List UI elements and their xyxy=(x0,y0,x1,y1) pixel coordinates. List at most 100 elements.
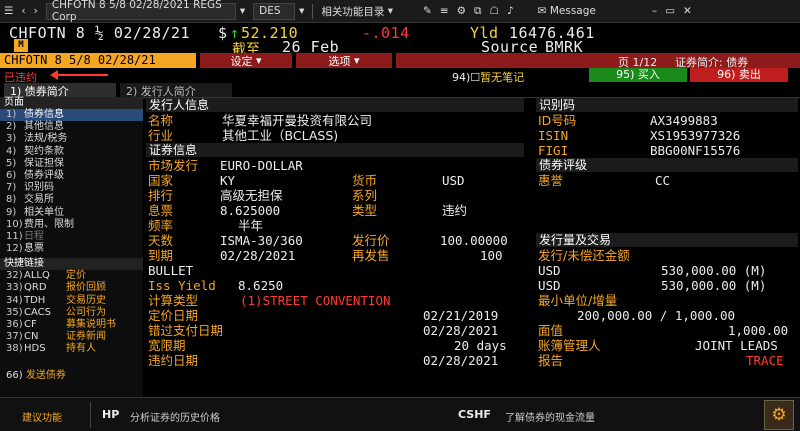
issued-currency: USD xyxy=(538,263,561,278)
report-value[interactable]: TRACE xyxy=(746,353,784,368)
pricing-date-value: 02/21/2019 xyxy=(423,308,499,323)
amount-label: 发行/未偿还金额 xyxy=(538,248,630,263)
hp-code[interactable]: HP xyxy=(102,408,119,421)
country-label: 国家 xyxy=(148,173,174,188)
quick-link[interactable]: 38)HDS 持有人 xyxy=(0,343,143,355)
report-label: 报告 xyxy=(538,353,564,368)
related-functions-menu[interactable]: 相关功能目录 ▾ xyxy=(317,3,397,20)
issuer-section-title: 发行人信息 xyxy=(146,98,524,112)
pricing-date-label: 定价日期 xyxy=(148,308,199,323)
sidebar-item[interactable]: 4) 契约条款 xyxy=(0,146,143,158)
bookrunner-value: JOINT LEADS xyxy=(695,338,778,353)
calc-type-label: 计算类型 xyxy=(148,293,199,308)
gear-icon[interactable]: ⚙ xyxy=(764,400,794,430)
sidebar-item[interactable]: 10)费用、限制 xyxy=(0,219,143,231)
minimize-icon[interactable]: – xyxy=(648,3,661,20)
forward-icon[interactable]: › xyxy=(30,3,42,20)
note-button[interactable]: 94)☐暂无笔记 xyxy=(452,69,524,85)
sidebar-item[interactable]: 8) 交易所 xyxy=(0,194,143,206)
day-count-value: ISMA-30/360 xyxy=(220,233,303,248)
sell-button[interactable]: 96) 卖出 xyxy=(690,68,788,82)
bell-icon[interactable]: ♪ xyxy=(503,3,518,20)
sidebar-item[interactable]: 1) 债券信息 xyxy=(0,109,143,122)
sidebar-item[interactable]: 5) 保证担保 xyxy=(0,158,143,170)
coupon-label: 息票 xyxy=(148,203,174,218)
isin-value: XS1953977326 xyxy=(650,128,741,143)
industry: 其他工业（BCLASS) xyxy=(222,128,339,143)
quick-link[interactable]: 33)QRD 报价回顾 xyxy=(0,282,143,294)
function-dropdown-icon[interactable]: ▾ xyxy=(295,3,308,20)
par-label: 面值 xyxy=(538,323,564,338)
currency-label: 货币 xyxy=(352,173,378,188)
new-window-icon[interactable]: ⧉ xyxy=(470,3,486,20)
maximize-icon[interactable]: ▭ xyxy=(661,3,679,20)
issue-price-label: 发行价 xyxy=(352,233,390,248)
price-change: -.014 xyxy=(362,24,410,42)
min-increment-label: 最小单位/增量 xyxy=(538,293,618,308)
frequency-label: 频率 xyxy=(148,218,174,233)
sidebar-item[interactable]: 11)日程 xyxy=(0,231,143,243)
pin-icon[interactable]: ✎ xyxy=(419,3,436,20)
quick-link[interactable]: 37)CN 证券新闻 xyxy=(0,331,143,343)
message-button[interactable]: ✉ Message xyxy=(534,3,600,20)
issuer-name-label: 名称 xyxy=(148,113,174,128)
sidebar-item[interactable]: 9) 相关单位 xyxy=(0,207,143,219)
quick-link[interactable]: 32)ALLQ 定价 xyxy=(0,270,143,282)
note-icon: ☐ xyxy=(470,71,481,84)
figi-label: FIGI xyxy=(538,143,569,158)
market-value: EURO-DOLLAR xyxy=(220,158,303,173)
security-section-title: 证券信息 xyxy=(146,143,524,157)
type-label: 类型 xyxy=(352,203,378,218)
currency-value: USD xyxy=(442,173,465,188)
security-field[interactable]: CHFOTN 8 5/8 02/28/2021 REGS Corp xyxy=(45,0,236,23)
settings-menu[interactable]: 设定 ▾ xyxy=(200,53,292,68)
list-icon[interactable]: ≡ xyxy=(436,3,453,20)
security-dropdown-icon[interactable]: ▾ xyxy=(236,3,249,20)
issue-price-value: 100.00000 xyxy=(440,233,508,248)
sidebar-item[interactable]: 7) 识别码 xyxy=(0,182,143,194)
menu-icon[interactable]: ☰ xyxy=(0,3,17,20)
id-label: ID号码 xyxy=(538,113,577,128)
chat-icon[interactable]: ☖ xyxy=(486,3,503,20)
function-field[interactable]: DES xyxy=(253,2,296,20)
par-value: 1,000.00 xyxy=(728,323,789,338)
grace-period-value: 20 days xyxy=(454,338,507,353)
quick-link[interactable]: 36)CF 募集说明书 xyxy=(0,319,143,331)
sidebar-item[interactable]: 12)息票 xyxy=(0,243,143,255)
options-menu[interactable]: 选项 ▾ xyxy=(296,53,392,68)
isin-label: ISIN xyxy=(538,128,569,143)
coupon-value: 8.625000 xyxy=(220,203,281,218)
message-icon: ✉ xyxy=(537,5,547,17)
default-date-label: 违约日期 xyxy=(148,353,199,368)
ticker-title: CHFOTN 8 ½ 02/28/21 xyxy=(9,24,191,42)
back-icon[interactable]: ‹ xyxy=(17,3,29,20)
grace-period-label: 宽限期 xyxy=(148,338,186,353)
missed-payment-label: 错过支付日期 xyxy=(148,323,224,338)
settings-icon[interactable]: ⚙ xyxy=(453,3,470,20)
fitch-label: 惠誉 xyxy=(538,173,564,188)
bookrunner-label: 账簿管理人 xyxy=(538,338,601,353)
footer-bar: 建议功能 HP 分析证券的历史价格 CSHF 了解债券的现金流量 ⚙ xyxy=(0,397,800,431)
frequency-value: 半年 xyxy=(238,218,264,233)
identifiers-section-title: 识别码 xyxy=(536,98,798,112)
sidebar-item[interactable]: 6) 债券评级 xyxy=(0,170,143,182)
buy-button[interactable]: 95) 买入 xyxy=(589,68,687,82)
sidebar-item[interactable]: 3) 法规/税务 xyxy=(0,133,143,145)
send-bond-link[interactable]: 66) 发送债券 xyxy=(0,370,143,382)
price-flag: $ xyxy=(218,24,228,42)
quick-link[interactable]: 35)CACS 公司行为 xyxy=(0,307,143,319)
hp-description: 分析证券的历史价格 xyxy=(130,413,220,424)
sidebar-item[interactable]: 2) 其他信息 xyxy=(0,121,143,133)
outstanding-amount: 530,000.00 (M) xyxy=(661,278,767,293)
cshf-code[interactable]: CSHF xyxy=(458,408,491,421)
quote-header: CHFOTN 8 ½ 02/28/21 M $ ↑ 52.210 -.014 Y… xyxy=(0,23,800,58)
type-value: 违约 xyxy=(442,203,468,218)
industry-label: 行业 xyxy=(148,128,174,143)
top-toolbar: ☰ ‹ › CHFOTN 8 5/8 02/28/2021 REGS Corp … xyxy=(0,0,800,23)
ticker-box[interactable]: CHFOTN 8 5/8 02/28/21 xyxy=(0,53,196,68)
close-icon[interactable]: ✕ xyxy=(679,3,696,20)
reissue-value: 100 xyxy=(480,248,503,263)
calc-type-value: (1)STREET CONVENTION xyxy=(240,293,391,308)
m-icon: M xyxy=(14,39,28,52)
quick-link[interactable]: 34)TDH 交易历史 xyxy=(0,295,143,307)
